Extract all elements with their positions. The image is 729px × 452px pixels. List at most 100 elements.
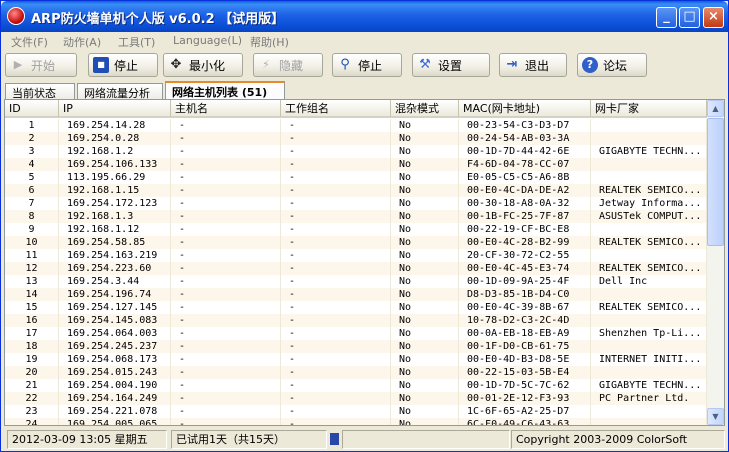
menu-bar: 文件(F) 动作(A) 工具(T) Language(L) 帮助(H) [1,32,728,50]
table-row[interactable]: 16 169.254.145.083- - No 10-78-D2-C3-2C-4D [5,314,707,327]
cell-ip: 169.254.58.85 [59,236,171,249]
hide-button[interactable]: ⚡ 隐藏 [253,53,323,77]
table-row[interactable]: 9 192.168.1.12- - No 00-22-19-CF-BC-E8 [5,223,707,236]
minimize-window-button[interactable]: _ [656,7,677,28]
table-row[interactable]: 10 169.254.58.85- - No 00-E0-4C-28-B2-99 REAL… [5,236,707,249]
table-row[interactable]: 24 169.254.005.065- - No 6C-F0-49-C6-43-63 [5,418,707,425]
col-header-id[interactable]: ID [5,100,59,117]
cell-promiscuous: No [391,327,459,340]
table-row[interactable]: 5 113.195.66.29- - No E0-05-C5-C5-A6-8B [5,171,707,184]
col-header-vendor[interactable]: 网卡厂家 [591,100,707,117]
title-bar[interactable]: ARP防火墙单机个人版 v6.0.2 【试用版】 _ □ × [1,1,728,32]
start-button[interactable]: ▶ 开始 [5,53,77,77]
scroll-thumb[interactable] [707,118,724,246]
cell-hostname: - [171,223,281,236]
table-row[interactable]: 22 169.254.164.249- - No 00-01-2E-12-F3-93 PC… [5,392,707,405]
cell-id: 12 [5,262,59,275]
table-row[interactable]: 14 169.254.196.74- - No D8-D3-85-1B-D4-C0 [5,288,707,301]
table-row[interactable]: 1 169.254.14.28- - No 00-23-54-C3-D3-D7 [5,119,707,132]
exit-button[interactable]: ⇥ 退出 [499,53,567,77]
scroll-up-icon[interactable]: ▲ [707,100,724,117]
menu-help[interactable]: 帮助(H) [250,34,289,50]
scan-stop-button[interactable]: ⚲ 停止 [332,53,402,77]
cell-mac: E0-05-C5-C5-A6-8B [459,171,591,184]
table-row[interactable]: 6 192.168.1.15- - No 00-E0-4C-DA-DE-A2 REALTE… [5,184,707,197]
col-header-promiscuous[interactable]: 混杂模式 [391,100,459,117]
cell-mac: 00-1D-7D-5C-7C-62 [459,379,591,392]
col-header-workgroup[interactable]: 工作组名 [281,100,391,117]
table-row[interactable]: 17 169.254.064.003- - No 00-0A-EB-18-EB-A9 Sh… [5,327,707,340]
menu-language[interactable]: Language(L) [173,34,242,47]
col-header-hostname[interactable]: 主机名 [171,100,281,117]
cell-workgroup: - [281,236,391,249]
stop-button[interactable]: ■ 停止 [88,53,158,77]
cell-vendor: INTERNET INITI... [591,353,707,366]
table-row[interactable]: 19 169.254.068.173- - No 00-E0-4D-B3-D8-5E IN… [5,353,707,366]
cell-ip: 169.254.223.60 [59,262,171,275]
close-window-button[interactable]: × [703,7,724,28]
table-row[interactable]: 2 169.254.0.28- - No 00-24-54-AB-03-3A [5,132,707,145]
cell-promiscuous: No [391,223,459,236]
stop-button-label: 停止 [114,58,139,73]
scan-stop-button-label: 停止 [358,58,383,73]
cell-ip: 169.254.164.249 [59,392,171,405]
forum-button[interactable]: ? 论坛 [577,53,647,77]
cell-mac: 00-E0-4C-45-E3-74 [459,262,591,275]
table-row[interactable]: 20 169.254.015.243- - No 00-22-15-03-5B-E4 [5,366,707,379]
cell-promiscuous: No [391,314,459,327]
cell-workgroup: - [281,405,391,418]
cell-id: 17 [5,327,59,340]
cell-mac: 00-24-54-AB-03-3A [459,132,591,145]
cell-promiscuous: No [391,197,459,210]
cell-hostname: - [171,353,281,366]
cell-hostname: - [171,262,281,275]
cell-id: 10 [5,236,59,249]
cell-ip: 169.254.068.173 [59,353,171,366]
table-row[interactable]: 3 192.168.1.2- - No 00-1D-7D-44-42-6E GIGABYT… [5,145,707,158]
menu-file[interactable]: 文件(F) [11,34,48,50]
menu-action[interactable]: 动作(A) [63,34,101,50]
cell-mac: 00-0A-EB-18-EB-A9 [459,327,591,340]
cell-workgroup: - [281,288,391,301]
settings-button[interactable]: ⚒ 设置 [412,53,490,77]
cell-ip: 169.254.221.078 [59,405,171,418]
cell-ip: 169.254.163.219 [59,249,171,262]
table-row[interactable]: 12 169.254.223.60- - No 00-E0-4C-45-E3-74 REA… [5,262,707,275]
scroll-down-icon[interactable]: ▼ [707,408,724,425]
menu-tools[interactable]: 工具(T) [118,34,155,50]
cell-workgroup: - [281,145,391,158]
settings-hammer-icon: ⚒ [419,57,431,72]
cell-promiscuous: No [391,301,459,314]
minimize-arrows-icon: ✥ [170,57,182,72]
table-row[interactable]: 21 169.254.004.190- - No 00-1D-7D-5C-7C-62 GI… [5,379,707,392]
table-row[interactable]: 13 169.254.3.44- - No 00-1D-09-9A-25-4F Dell … [5,275,707,288]
cell-vendor [591,171,707,184]
settings-button-label: 设置 [438,58,463,73]
cell-workgroup: - [281,327,391,340]
app-window: ARP防火墙单机个人版 v6.0.2 【试用版】 _ □ × 文件(F) 动作(… [0,0,729,452]
vertical-scrollbar[interactable]: ▲ ▼ [707,100,724,425]
table-row[interactable]: 15 169.254.127.145- - No 00-E0-4C-39-8B-67 RE… [5,301,707,314]
col-header-mac[interactable]: MAC(网卡地址) [459,100,591,117]
maximize-window-button[interactable]: □ [679,7,700,28]
col-header-ip[interactable]: IP [59,100,171,117]
table-row[interactable]: 23 169.254.221.078- - No 1C-6F-65-A2-25-D7 [5,405,707,418]
cell-vendor [591,119,707,132]
table-row[interactable]: 4 169.254.106.133- - No F4-6D-04-78-CC-07 [5,158,707,171]
cell-vendor [591,288,707,301]
minimize-button[interactable]: ✥ 最小化 [163,53,243,77]
cell-hostname: - [171,184,281,197]
cell-vendor [591,223,707,236]
tab-traffic-analysis[interactable]: 网络流量分析 [77,83,163,100]
table-row[interactable]: 18 169.254.245.237- - No 00-1F-D0-CB-61-75 [5,340,707,353]
tab-strip: 当前状态 网络流量分析 网络主机列表 (51) [1,81,728,101]
cell-promiscuous: No [391,145,459,158]
tab-host-list[interactable]: 网络主机列表 (51) [165,81,285,101]
cell-hostname: - [171,210,281,223]
play-icon: ▶ [13,58,23,71]
cell-hostname: - [171,119,281,132]
table-row[interactable]: 8 192.168.1.3- - No 00-1B-FC-25-7F-87 ASUSTek… [5,210,707,223]
table-row[interactable]: 11 169.254.163.219- - No 20-CF-30-72-C2-55 [5,249,707,262]
table-row[interactable]: 7 169.254.172.123- - No 00-30-18-A8-0A-32 Jet… [5,197,707,210]
tab-current-status[interactable]: 当前状态 [5,83,75,100]
